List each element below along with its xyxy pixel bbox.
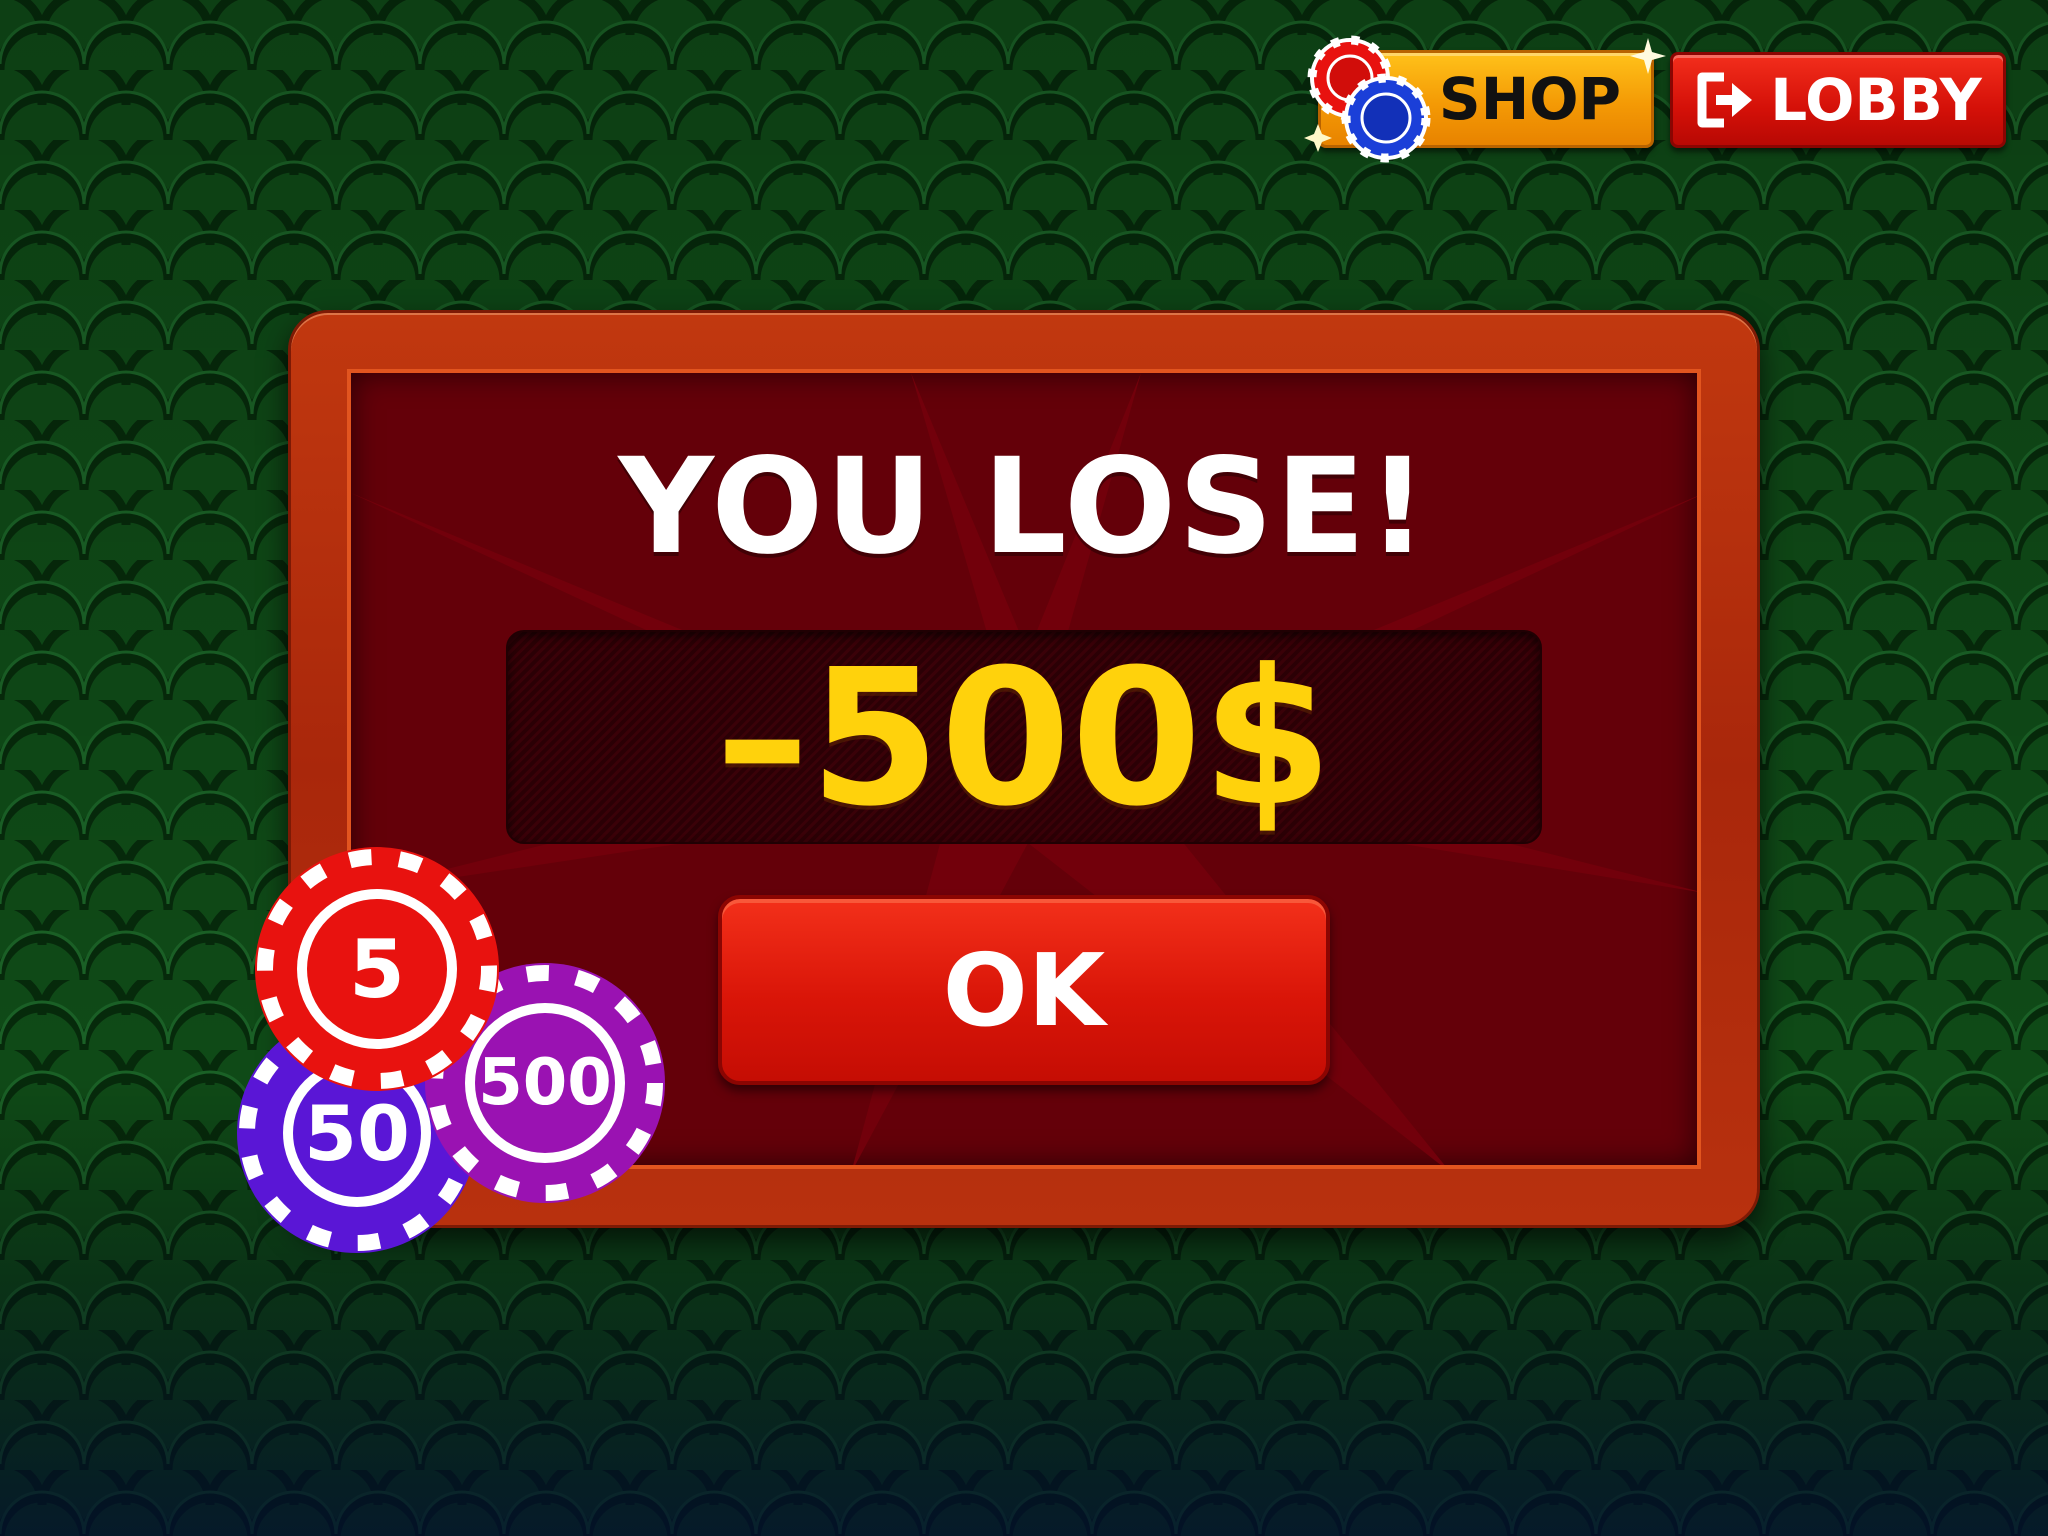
exit-arrow-icon xyxy=(1697,72,1753,128)
poker-chips-icon xyxy=(1304,35,1431,163)
amount-value: –500$ xyxy=(715,629,1333,848)
chip-5-label: 5 xyxy=(349,922,405,1016)
ok-button-label: OK xyxy=(942,931,1106,1049)
ok-button[interactable]: OK xyxy=(718,895,1330,1085)
lobby-button[interactable]: LOBBY xyxy=(1670,52,2006,148)
shop-button-label: SHOP xyxy=(1438,65,1622,133)
chip-5: 5 xyxy=(250,842,504,1096)
result-title: YOU LOSE! xyxy=(618,430,1430,584)
sparkle-icon xyxy=(1630,38,1666,74)
amount-display: –500$ xyxy=(506,629,1542,848)
lobby-button-label: LOBBY xyxy=(1770,66,1982,134)
